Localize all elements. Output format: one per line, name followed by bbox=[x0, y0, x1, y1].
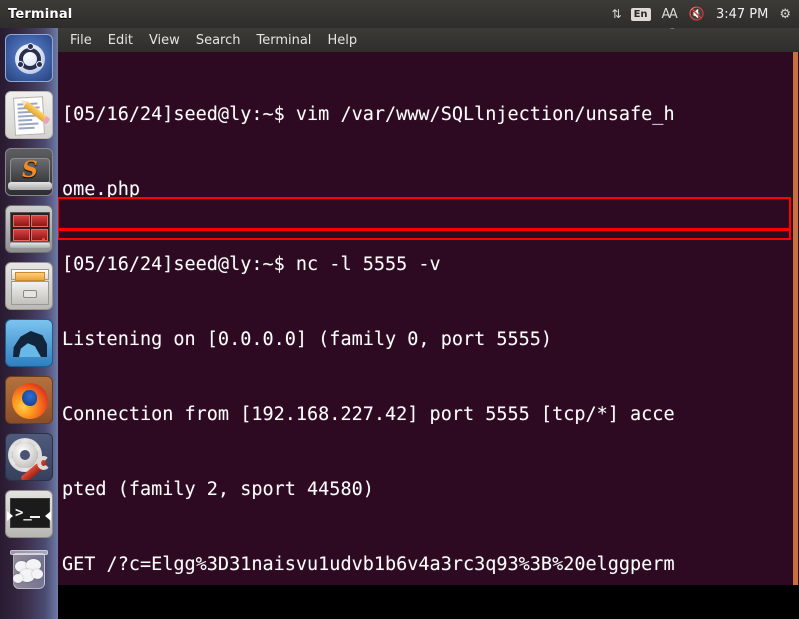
sublime-s-icon: S bbox=[6, 149, 52, 195]
sublime-letter: S bbox=[22, 157, 38, 183]
clock[interactable]: 3:47 PM bbox=[716, 7, 768, 22]
launcher-item-system-settings[interactable] bbox=[5, 433, 53, 481]
menu-file[interactable]: File bbox=[70, 33, 92, 48]
terminal-scrollbar-thumb[interactable] bbox=[793, 52, 798, 585]
gear-power-icon[interactable]: ⚙ bbox=[779, 8, 791, 21]
launcher-running-arrow-icon bbox=[45, 511, 51, 521]
keyboard-language-indicator[interactable]: En bbox=[630, 7, 651, 21]
terminal-line: pted (family 2, sport 44580) bbox=[62, 479, 374, 500]
menu-view[interactable]: View bbox=[149, 33, 180, 48]
terminal-text: [05/16/24]seed@ly:~$ vim /var/www/SQLlnj… bbox=[62, 52, 792, 585]
launcher-item-virtual-machine[interactable] bbox=[5, 205, 53, 253]
terminal-line: Connection from [192.168.227.42] port 55… bbox=[62, 404, 675, 425]
terminal-scrollbar[interactable] bbox=[792, 52, 799, 585]
terminal-line: ome.php bbox=[62, 179, 140, 200]
terminal-window: File Edit View Search Terminal Help [05/… bbox=[58, 28, 799, 585]
virtual-machine-icon bbox=[6, 206, 52, 252]
terminal-line: [05/16/24]seed@ly:~$ nc -l 5555 -v bbox=[62, 254, 441, 275]
menu-help[interactable]: Help bbox=[327, 33, 357, 48]
wireshark-fin-icon bbox=[6, 320, 52, 366]
volume-muted-icon[interactable]: 🔇 bbox=[689, 8, 705, 21]
trash-icon bbox=[5, 547, 53, 595]
menu-terminal[interactable]: Terminal bbox=[256, 33, 311, 48]
system-tray: ⇅ En Ꜳ 🔇 3:47 PM ⚙ bbox=[612, 7, 799, 22]
gear-wrench-icon bbox=[6, 434, 52, 480]
launcher-item-terminal[interactable]: >_ bbox=[5, 490, 53, 538]
file-cabinet-icon bbox=[6, 263, 52, 309]
unity-launcher: S >_ bbox=[0, 28, 58, 619]
launcher-item-text-editor[interactable] bbox=[5, 91, 53, 139]
launcher-item-firefox[interactable] bbox=[5, 376, 53, 424]
launcher-pin-arrow-icon bbox=[7, 511, 13, 521]
bluetooth-icon[interactable]: Ꜳ bbox=[662, 8, 678, 21]
window-title: Terminal bbox=[8, 6, 73, 22]
launcher-item-trash[interactable] bbox=[5, 547, 53, 595]
terminal-line: [05/16/24]seed@ly:~$ vim /var/www/SQLlnj… bbox=[62, 104, 675, 125]
terminal-line: Listening on [0.0.0.0] (family 0, port 5… bbox=[62, 329, 553, 350]
network-arrows-icon[interactable]: ⇅ bbox=[612, 8, 622, 20]
launcher-item-wireshark[interactable] bbox=[5, 319, 53, 367]
terminal-menubar: File Edit View Search Terminal Help bbox=[58, 28, 799, 52]
launcher-item-ubuntu-dash[interactable] bbox=[5, 34, 53, 82]
firefox-icon bbox=[6, 377, 52, 423]
launcher-item-sublime-text[interactable]: S bbox=[5, 148, 53, 196]
document-pencil-icon bbox=[6, 92, 52, 138]
menu-search[interactable]: Search bbox=[196, 33, 241, 48]
terminal-output-area[interactable]: [05/16/24]seed@ly:~$ vim /var/www/SQLlnj… bbox=[58, 52, 799, 585]
menu-edit[interactable]: Edit bbox=[108, 33, 133, 48]
ubuntu-logo-icon bbox=[6, 35, 52, 81]
terminal-line-get-request: GET /?c=Elgg%3D31naisvu1udvb1b6v4a3rc3q9… bbox=[62, 554, 675, 575]
launcher-item-files[interactable] bbox=[5, 262, 53, 310]
top-panel: Terminal ⇅ En Ꜳ 🔇 3:47 PM ⚙ bbox=[0, 0, 799, 28]
annotation-red-strikethrough bbox=[57, 228, 791, 231]
desktop-bottom-area bbox=[0, 585, 799, 619]
